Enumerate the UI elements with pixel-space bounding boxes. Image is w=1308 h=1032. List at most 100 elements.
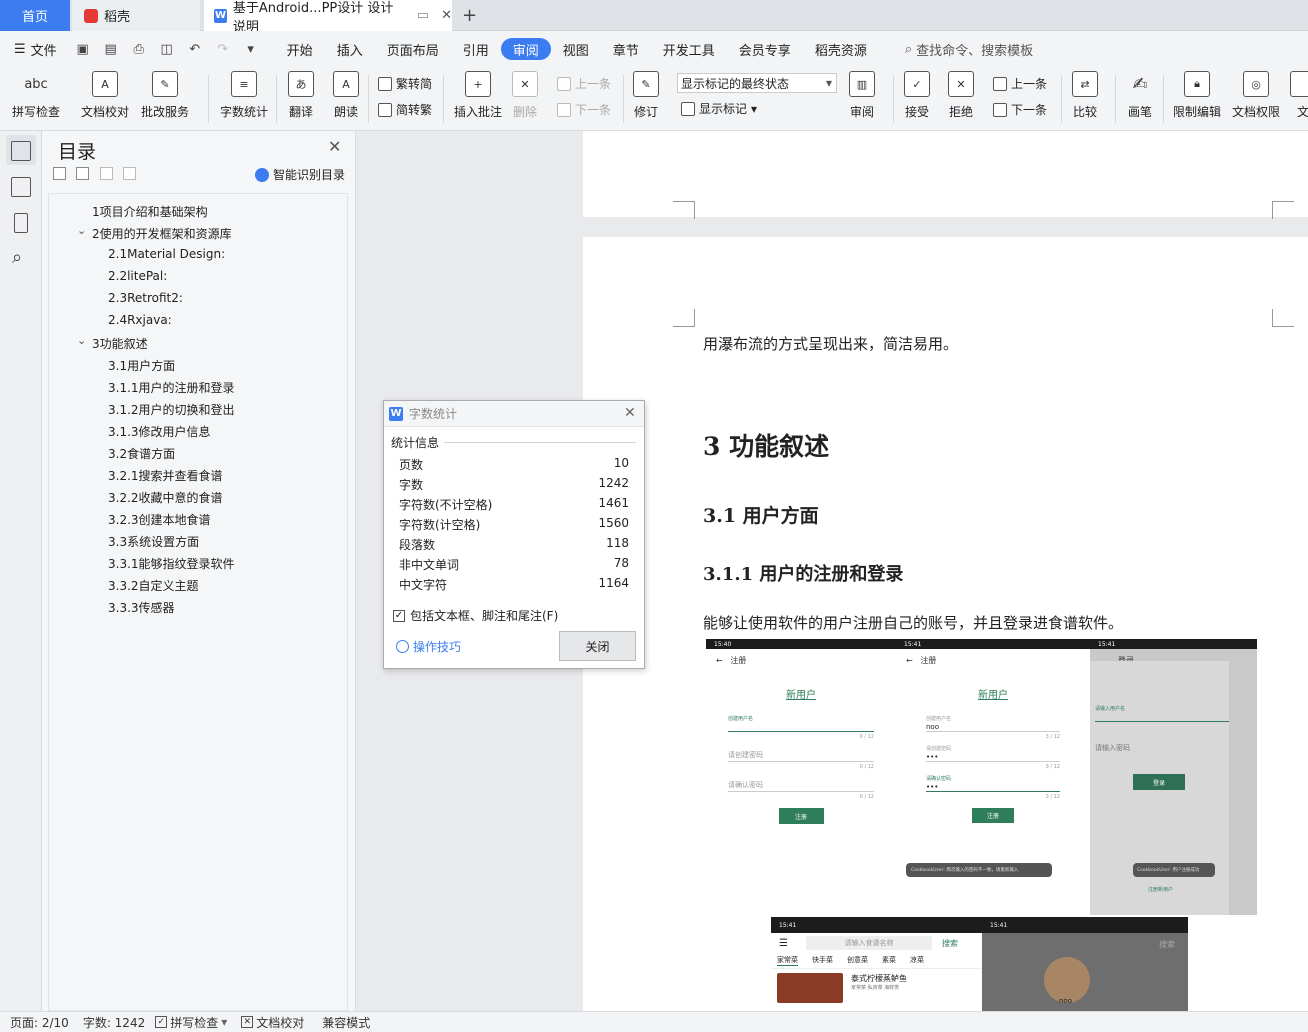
input-username	[728, 726, 874, 732]
doc-proofread-button[interactable]: A 文档校对	[81, 71, 129, 120]
new-tab-icon[interactable]: +	[462, 0, 477, 31]
show-markup-label: 显示标记	[699, 102, 748, 116]
compare-button[interactable]: ⇄ 比较	[1072, 71, 1098, 120]
restrict-editing-button[interactable]: 🔒︎ 限制编辑	[1173, 71, 1221, 120]
menu-item-3[interactable]: 引用	[451, 38, 501, 60]
show-markup-button[interactable]: 显示标记 ▾	[681, 100, 757, 117]
markup-state-select[interactable]: 显示标记的最终状态 ▾	[677, 73, 837, 93]
spell-check-status[interactable]: ✓ 拼写检查 ▾	[155, 1014, 227, 1031]
next-change-button[interactable]: 下一条	[993, 101, 1047, 118]
review-pane-button[interactable]: ▥ 审阅	[849, 71, 875, 120]
menu-item-4[interactable]: 审阅	[500, 38, 551, 60]
tab-cloud-icon[interactable]: ▭	[417, 8, 429, 23]
menu-item-6[interactable]: 章节	[601, 38, 651, 60]
doc-rights-button[interactable]: ◎ 文档权限	[1232, 71, 1280, 120]
menu-item-2[interactable]: 页面布局	[375, 38, 451, 60]
simp-to-trad-button[interactable]: 简转繁	[378, 101, 432, 118]
undo-icon[interactable]: ↶	[181, 38, 209, 60]
close-icon[interactable]: ✕	[624, 405, 636, 421]
tab-daoke[interactable]: 稻壳	[72, 0, 200, 31]
remove-heading-icon[interactable]	[123, 167, 136, 180]
prev-change-button[interactable]: 上一条	[993, 75, 1047, 92]
search-icon[interactable]: ⌕	[12, 247, 22, 268]
toc-item[interactable]: 3.3系统设置方面	[108, 533, 199, 550]
menu-item-0[interactable]: 开始	[275, 38, 325, 60]
save-icon[interactable]: ▣	[69, 38, 97, 60]
print-icon[interactable]: ⎙	[125, 38, 153, 60]
menu-item-8[interactable]: 会员专享	[727, 38, 803, 60]
prev-comment-button[interactable]: 上一条	[557, 75, 611, 92]
simp-to-trad-icon	[378, 102, 392, 117]
batch-service-button[interactable]: ✎ 批改服务	[141, 71, 189, 120]
tips-link[interactable]: 操作技巧	[396, 638, 461, 655]
more-ribbon-button[interactable]: 文	[1290, 71, 1308, 120]
next-comment-button[interactable]: 下一条	[557, 101, 611, 118]
toc-item[interactable]: 3.2.1搜索并查看食谱	[108, 467, 223, 484]
track-changes-button[interactable]: ✎ 修订	[633, 71, 659, 120]
word-count-indicator[interactable]: 字数: 1242	[83, 1014, 145, 1031]
pen-button[interactable]: ✍ 画笔	[1127, 71, 1153, 120]
reject-button[interactable]: ✕ 拒绝	[948, 71, 974, 120]
toc-item[interactable]: 3.1.3修改用户信息	[108, 423, 211, 440]
navigation-icon[interactable]	[11, 177, 31, 197]
smart-toc-button[interactable]: 智能识别目录	[255, 166, 345, 183]
toc-panel-icon[interactable]	[11, 141, 31, 161]
chevron-down-icon[interactable]: ⌄	[77, 334, 86, 347]
accept-button[interactable]: ✓ 接受	[904, 71, 930, 120]
print-preview-icon[interactable]: ◫	[153, 38, 181, 60]
read-aloud-button[interactable]: A 朗读	[333, 71, 359, 120]
tab-document[interactable]: W 基于Android...PP设计 设计说明 ▭ ✕	[204, 0, 452, 35]
track-changes-label: 修订	[633, 105, 658, 119]
toc-item-label: 3.3系统设置方面	[108, 535, 200, 549]
translate-button[interactable]: あ翻译	[288, 71, 314, 120]
add-heading-icon[interactable]	[100, 167, 113, 180]
menu-item-7[interactable]: 开发工具	[651, 38, 727, 60]
menu-item-9[interactable]: 稻壳资源	[803, 38, 879, 60]
toc-item[interactable]: 3.2.3创建本地食谱	[108, 511, 211, 528]
toc-item[interactable]: 3.3.3传感器	[108, 599, 175, 616]
recipe-category: 家常菜	[777, 956, 798, 966]
recipe-category: 素菜	[882, 956, 896, 964]
toc-item[interactable]: 3.2.2收藏中意的食谱	[108, 489, 223, 506]
page-indicator[interactable]: 页面: 2/10	[10, 1014, 69, 1031]
expand-icon[interactable]	[76, 167, 89, 180]
toc-item[interactable]: 3.3.1能够指纹登录软件	[108, 555, 235, 572]
command-search[interactable]: ⌕ 查找命令、搜索模板	[893, 38, 1045, 60]
tab-close-icon[interactable]: ✕	[441, 8, 452, 23]
include-textbox-checkbox[interactable]: ✓ 包括文本框、脚注和尾注(F)	[393, 607, 558, 624]
toc-item[interactable]: 3.1.1用户的注册和登录	[108, 379, 235, 396]
close-icon[interactable]: ✕	[328, 137, 341, 156]
file-menu-label: 文件	[30, 43, 57, 59]
insert-comment-button[interactable]: + 插入批注	[454, 71, 502, 120]
menu-item-1[interactable]: 插入	[325, 38, 375, 60]
collapse-all-icon[interactable]	[53, 167, 66, 180]
quick-access-dropdown-icon[interactable]: ▾	[237, 38, 265, 60]
toc-item[interactable]: 2.2litePal:	[108, 269, 167, 283]
delete-comment-button[interactable]: ✕ 删除	[512, 71, 538, 120]
toc-item[interactable]: 3.3.2自定义主题	[108, 577, 199, 594]
toc-item[interactable]: ⌄ 3功能叙述	[77, 334, 148, 352]
redo-icon[interactable]: ↷	[209, 38, 237, 60]
toc-item[interactable]: 3.2食谱方面	[108, 445, 175, 462]
file-menu[interactable]: ☰ 文件	[0, 38, 69, 60]
export-pdf-icon[interactable]: ▤	[97, 38, 125, 60]
toc-item[interactable]: 2.1Material Design:	[108, 247, 225, 261]
bookmark-icon[interactable]	[14, 213, 28, 233]
close-button[interactable]: 关闭	[559, 631, 636, 661]
toc-item[interactable]: 3.1用户方面	[108, 357, 175, 374]
toc-item[interactable]: 3.1.2用户的切换和登出	[108, 401, 235, 418]
trad-to-simp-button[interactable]: 繁转简	[378, 75, 432, 92]
menu-item-5[interactable]: 视图	[551, 38, 601, 60]
toc-item[interactable]: 2.3Retrofit2:	[108, 291, 183, 305]
toc-item[interactable]: 1项目介绍和基础架构	[92, 203, 208, 220]
toc-item[interactable]: 2.4Rxjava:	[108, 313, 172, 327]
toc-item[interactable]: ⌄ 2使用的开发框架和资源库	[77, 224, 232, 242]
tab-home[interactable]: 首页	[0, 0, 70, 31]
chevron-down-icon[interactable]: ⌄	[77, 224, 86, 237]
new-user-title: 新用户	[786, 690, 816, 701]
spell-check-button[interactable]: abc 拼写检查	[12, 71, 60, 120]
word-count-button[interactable]: ≡ 字数统计	[220, 71, 268, 120]
proofread-status[interactable]: ✕ 文档校对	[241, 1014, 304, 1031]
dialog-titlebar[interactable]: W 字数统计	[384, 401, 644, 427]
word-count-dialog: W 字数统计 ✕ 统计信息 页数 10 字数 1242 字符数(不计空格) 1461 字符数(…	[383, 400, 645, 669]
